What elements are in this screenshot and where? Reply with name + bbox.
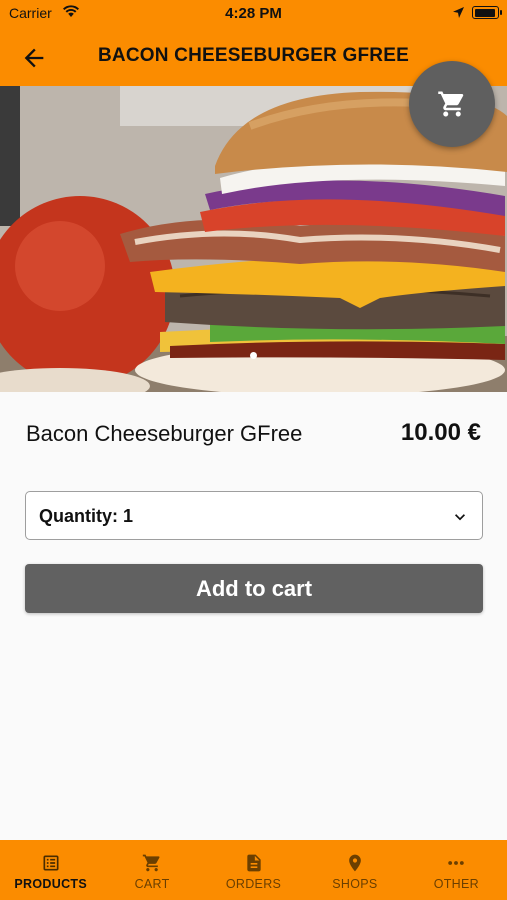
page-title: BACON CHEESEBURGER GFREE [98, 45, 409, 66]
nav-item-cart[interactable]: CART [101, 840, 202, 900]
arrow-left-icon [24, 48, 44, 68]
nav-item-shops[interactable]: SHOPS [304, 840, 405, 900]
bottom-nav: PRODUCTS CART ORDERS SHOPS OTHER [0, 840, 507, 900]
add-to-cart-button[interactable]: Add to cart [25, 564, 483, 613]
quantity-label: Quantity: 1 [39, 506, 134, 526]
product-price: 10.00 € [400, 419, 481, 446]
cart-icon [101, 853, 202, 873]
chevron-down-icon [450, 507, 470, 532]
battery-icon [472, 6, 502, 19]
status-time: 4:28 PM [225, 5, 282, 22]
location-pin-icon [304, 853, 405, 873]
more-dots-icon [406, 853, 507, 873]
nav-label: OTHER [433, 877, 479, 891]
nav-item-orders[interactable]: ORDERS [203, 840, 304, 900]
nav-label: CART [134, 877, 170, 891]
nav-label: ORDERS [225, 877, 282, 891]
cart-button[interactable] [409, 61, 495, 147]
nav-label: PRODUCTS [14, 877, 87, 891]
product-name: Bacon Cheeseburger GFree [26, 421, 303, 446]
document-icon [203, 853, 304, 873]
nav-label: SHOPS [332, 877, 378, 891]
location-arrow-icon [452, 6, 465, 22]
status-bar: Carrier 4:28 PM [0, 0, 507, 28]
carousel-indicator [0, 352, 507, 359]
nav-item-other[interactable]: OTHER [406, 840, 507, 900]
nav-item-products[interactable]: PRODUCTS [0, 840, 101, 900]
quantity-select[interactable]: Quantity: 1 [25, 491, 483, 540]
carousel-dot[interactable] [250, 352, 257, 359]
back-button[interactable] [20, 44, 48, 72]
cart-icon [438, 91, 464, 117]
list-icon [0, 853, 101, 873]
